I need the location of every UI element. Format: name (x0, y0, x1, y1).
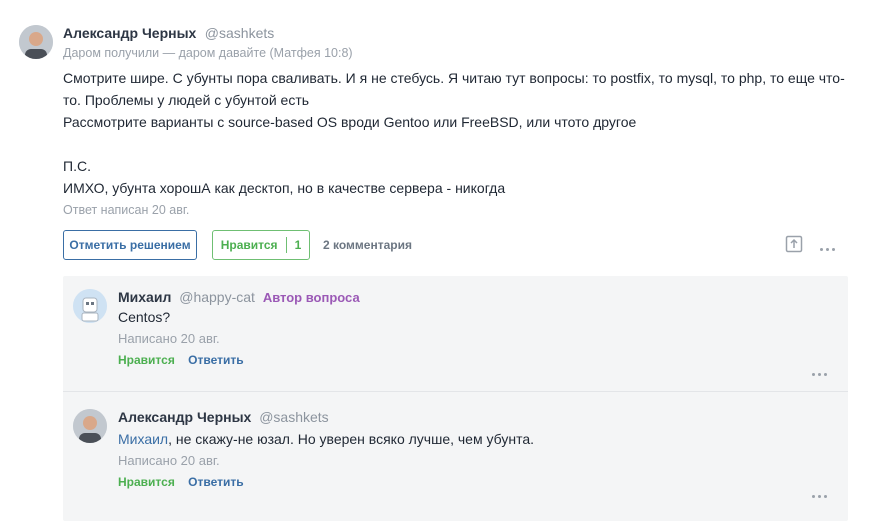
like-label: Нравится (220, 238, 278, 252)
avatar[interactable] (19, 25, 53, 59)
comment-author-name[interactable]: Михаил (118, 289, 171, 305)
comment-reply-button[interactable]: Ответить (188, 475, 243, 489)
answer-line: Рассмотрите варианты с source-based OS в… (63, 114, 637, 130)
answer-line: то. Проблемы у людей с убунтой есть (63, 92, 310, 108)
more-dots-icon[interactable] (812, 485, 830, 503)
comment-date: Написано 20 авг. (118, 331, 220, 346)
robot-avatar-icon[interactable] (73, 289, 107, 323)
comments-count-link[interactable]: 2 комментария (323, 238, 412, 252)
more-dots-icon[interactable] (812, 363, 830, 381)
question-author-badge: Автор вопроса (262, 290, 360, 305)
comment-author-name[interactable]: Александр Черных (118, 409, 251, 425)
share-icon[interactable] (785, 235, 803, 258)
answer-line: ИМХО, убунта хорошА как десктоп, но в ка… (63, 180, 506, 196)
answer-body: Смотрите шире. С убунты пора сваливать. … (63, 67, 853, 199)
comment-text: Михаил, не скажу-не юзал. Но уверен всяк… (118, 431, 534, 447)
comment-divider (63, 391, 848, 392)
more-dots-icon[interactable] (820, 238, 838, 256)
answer-author: Александр Черных @sashkets (63, 25, 274, 43)
like-button[interactable]: Нравится 1 (212, 230, 310, 260)
mention-link[interactable]: Михаил (118, 431, 168, 447)
answer-line: П.С. (63, 158, 91, 174)
comment-text-body: , не скажу-не юзал. Но уверен всяко лучш… (168, 431, 535, 447)
comment-like-button[interactable]: Нравится (118, 475, 175, 489)
comment-like-button[interactable]: Нравится (118, 353, 175, 367)
mark-solution-button[interactable]: Отметить решением (63, 230, 197, 260)
answer-line (63, 133, 853, 155)
comment-author-handle[interactable]: @happy-cat (179, 289, 255, 305)
comment-text: Centos? (118, 309, 171, 325)
author-name[interactable]: Александр Черных (63, 25, 196, 41)
like-count: 1 (294, 238, 302, 252)
author-quote: Даром получили — даром давайте (Матфея 1… (63, 46, 353, 60)
answer-line: Смотрите шире. С убунты пора сваливать. … (63, 70, 845, 86)
like-separator (285, 237, 287, 253)
avatar[interactable] (73, 409, 107, 443)
author-handle[interactable]: @sashkets (205, 25, 274, 41)
comment-actions: Нравится Ответить (118, 353, 244, 367)
comment-author: Александр Черных @sashkets (118, 409, 329, 425)
answer-date: Ответ написан 20 авг. (63, 203, 190, 217)
comment-actions: Нравится Ответить (118, 475, 244, 489)
comment-reply-button[interactable]: Ответить (188, 353, 243, 367)
comment-author-handle[interactable]: @sashkets (259, 409, 328, 425)
comment-date: Написано 20 авг. (118, 453, 220, 468)
comment-author: Михаил @happy-cat Автор вопроса (118, 289, 360, 305)
